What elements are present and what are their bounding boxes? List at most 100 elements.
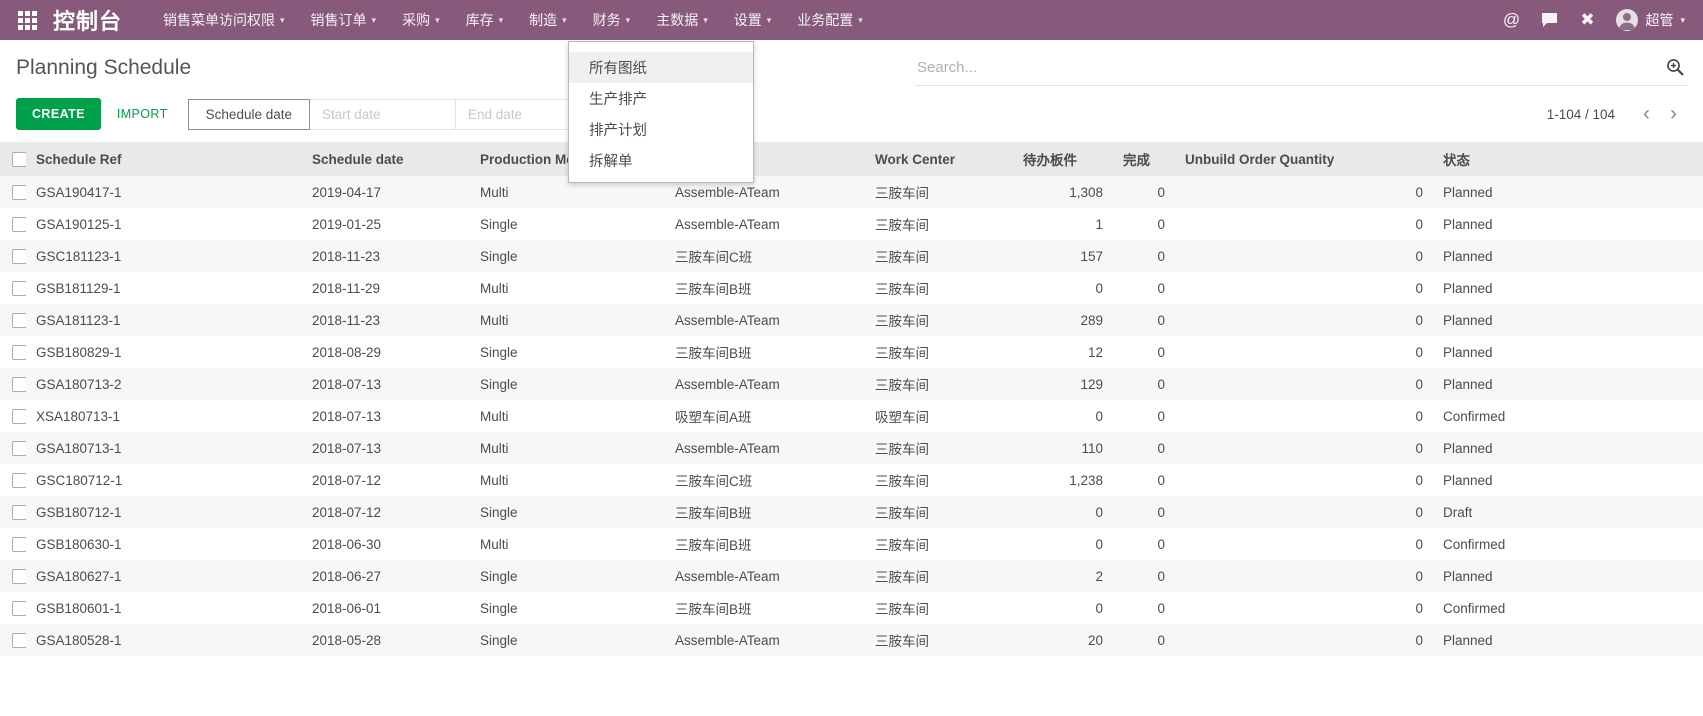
table-cell: GSC181123-1 [26,240,302,272]
table-cell: GSA180713-2 [26,368,302,400]
import-button[interactable]: IMPORT [117,107,168,121]
nav-menu-item[interactable]: 采购▾ [389,0,453,40]
planning-schedule-table: Schedule RefSchedule dateProduction Mode… [0,142,1703,656]
column-header[interactable]: 状态 [1433,142,1703,176]
dropdown-menu-item[interactable]: 排产计划 [569,114,753,145]
row-checkbox[interactable] [12,601,26,616]
table-row[interactable]: XSA180713-12018-07-13Multi吸塑车间A班吸塑车间000C… [0,400,1703,432]
table-row[interactable]: GSA190417-12019-04-17MultiAssemble-ATeam… [0,176,1703,208]
row-checkbox[interactable] [12,633,26,648]
row-checkbox[interactable] [12,505,26,520]
table-cell: 0 [1175,400,1433,432]
user-menu[interactable]: 超管 ▾ [1608,0,1693,40]
chevron-down-icon: ▾ [1680,15,1685,26]
chevron-down-icon: ▾ [858,15,863,26]
row-checkbox[interactable] [12,345,26,360]
search-input[interactable]: Search... [917,59,977,76]
mention-icon[interactable]: @ [1494,0,1528,40]
table-cell: Multi [470,432,665,464]
pager-previous-button[interactable]: ‹ [1633,104,1660,124]
table-row[interactable]: GSA180713-12018-07-13MultiAssemble-ATeam… [0,432,1703,464]
column-header[interactable]: 待办板件 [1013,142,1113,176]
search-bar[interactable]: Search... [915,56,1687,86]
table-row[interactable]: GSA180713-22018-07-13SingleAssemble-ATea… [0,368,1703,400]
nav-menu-label: 设置 [734,10,762,30]
table-row[interactable]: GSA190125-12019-01-25SingleAssemble-ATea… [0,208,1703,240]
nav-menu-item[interactable]: 库存▾ [453,0,517,40]
nav-menu-label: 财务 [593,10,621,30]
tools-icon[interactable]: ✖ [1570,0,1604,40]
table-cell: 2018-06-27 [302,560,470,592]
dropdown-menu-item[interactable]: 所有图纸 [569,52,753,83]
nav-menu-item[interactable]: 主数据▾ [643,0,721,40]
table-cell: Single [470,240,665,272]
table-row[interactable]: GSB180601-12018-06-01Single三胺车间B班三胺车间000… [0,592,1703,624]
table-cell: 0 [1113,272,1175,304]
row-checkbox[interactable] [12,409,26,424]
nav-menu-label: 采购 [402,10,430,30]
table-cell: 三胺车间 [865,560,1013,592]
table-cell: 三胺车间B班 [665,272,865,304]
row-checkbox[interactable] [12,313,26,328]
apps-menu-icon[interactable] [12,5,43,36]
nav-menu-item[interactable]: 业务配置▾ [784,0,876,40]
row-checkbox[interactable] [12,249,26,264]
row-checkbox[interactable] [12,377,26,392]
table-row[interactable]: GSA180627-12018-06-27SingleAssemble-ATea… [0,560,1703,592]
table-row[interactable]: GSC180712-12018-07-12Multi三胺车间C班三胺车间1,23… [0,464,1703,496]
table-cell: 110 [1013,432,1113,464]
table-cell: GSB180829-1 [26,336,302,368]
create-button[interactable]: CREATE [16,98,101,130]
row-checkbox[interactable] [12,473,26,488]
table-cell: Single [470,368,665,400]
table-cell: 1,238 [1013,464,1113,496]
nav-menu-item[interactable]: 销售订单▾ [298,0,390,40]
column-header[interactable]: Schedule date [302,142,470,176]
row-checkbox[interactable] [12,185,26,200]
table-cell: Multi [470,304,665,336]
dropdown-menu-item[interactable]: 生产排产 [569,83,753,114]
table-row[interactable]: GSC181123-12018-11-23Single三胺车间C班三胺车间157… [0,240,1703,272]
nav-menu-item[interactable]: 制造▾ [516,0,580,40]
table-cell: 0 [1113,496,1175,528]
table-cell: 吸塑车间 [865,400,1013,432]
select-all-checkbox[interactable] [12,152,26,167]
row-checkbox[interactable] [12,441,26,456]
nav-menu-item[interactable]: 财务▾ [580,0,644,40]
table-cell: Assemble-ATeam [665,624,865,656]
row-checkbox[interactable] [12,217,26,232]
table-row[interactable]: GSB180712-12018-07-12Single三胺车间B班三胺车间000… [0,496,1703,528]
table-row[interactable]: GSA180528-12018-05-28SingleAssemble-ATea… [0,624,1703,656]
app-title[interactable]: 控制台 [53,4,122,36]
column-header[interactable]: Work Center [865,142,1013,176]
table-cell: Multi [470,400,665,432]
user-name: 超管 [1645,10,1673,30]
nav-menu-item[interactable]: 设置▾ [721,0,785,40]
dropdown-menu-item[interactable]: 拆解单 [569,145,753,176]
table-cell: 1,308 [1013,176,1113,208]
nav-menu-item[interactable]: 销售菜单访问权限▾ [150,0,298,40]
table-cell: 2 [1013,560,1113,592]
column-header[interactable]: 完成 [1113,142,1175,176]
pager: 1-104 / 104 ‹ › [1547,104,1687,124]
row-checkbox[interactable] [12,281,26,296]
table-row[interactable]: GSB180829-12018-08-29Single三胺车间B班三胺车间120… [0,336,1703,368]
table-cell: GSA190417-1 [26,176,302,208]
messages-icon[interactable] [1532,0,1566,40]
row-checkbox[interactable] [12,537,26,552]
table-cell: 三胺车间B班 [665,592,865,624]
table-row[interactable]: GSB180630-12018-06-30Multi三胺车间B班三胺车间000C… [0,528,1703,560]
table-row[interactable]: GSB181129-12018-11-29Multi三胺车间B班三胺车间000P… [0,272,1703,304]
schedule-date-filter-button[interactable]: Schedule date [188,99,310,130]
table-row[interactable]: GSA181123-12018-11-23MultiAssemble-ATeam… [0,304,1703,336]
start-date-input[interactable]: Start date [310,99,456,130]
search-icon[interactable] [1666,58,1685,77]
column-header[interactable]: Schedule Ref [26,142,302,176]
table-cell: GSB181129-1 [26,272,302,304]
row-checkbox[interactable] [12,569,26,584]
column-header[interactable]: Unbuild Order Quantity [1175,142,1433,176]
table-cell: 2018-06-01 [302,592,470,624]
table-cell: 三胺车间 [865,528,1013,560]
table-cell: 0 [1175,336,1433,368]
pager-next-button[interactable]: › [1660,104,1687,124]
